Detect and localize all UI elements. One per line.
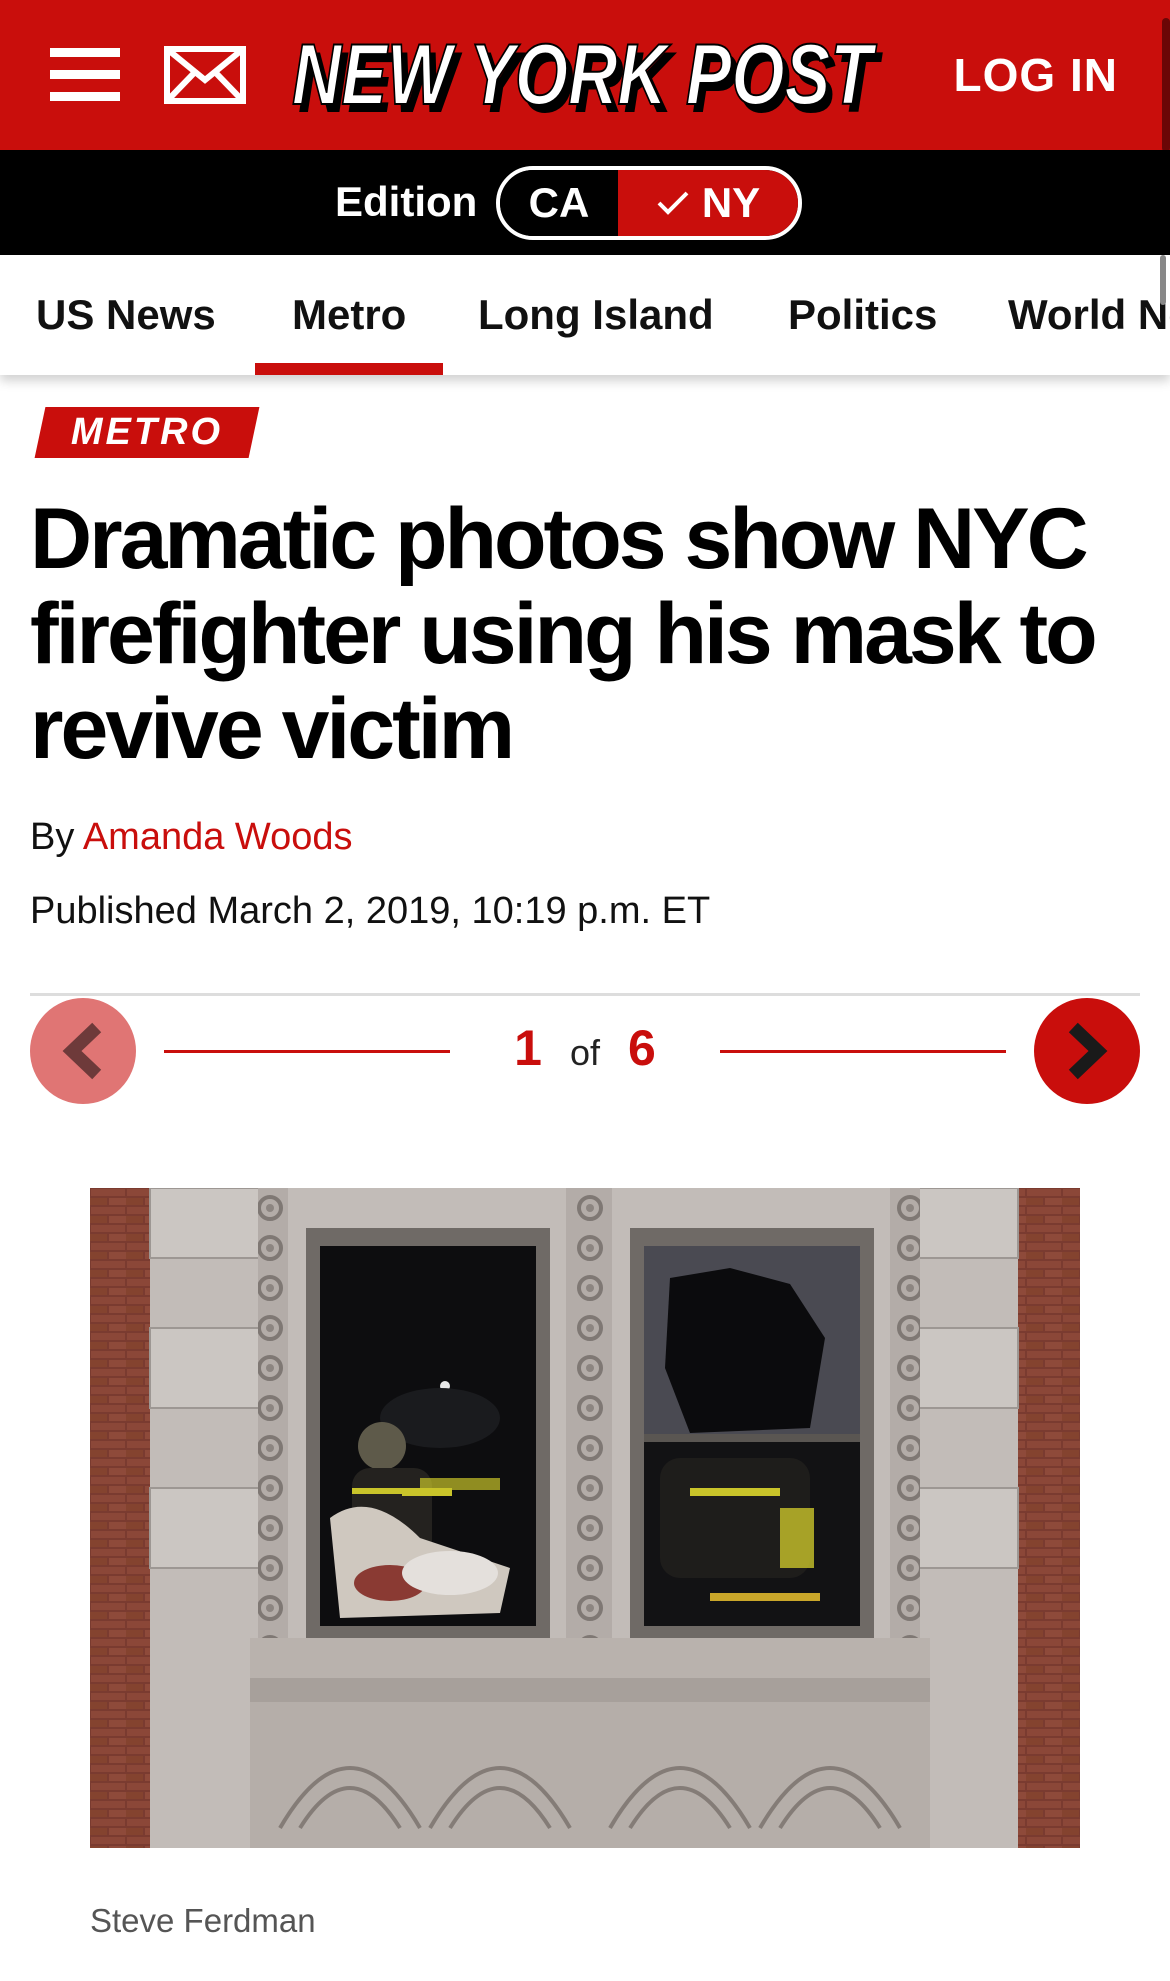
divider (30, 993, 1140, 996)
section-nav: US News Metro Long Island Politics World… (0, 255, 1170, 375)
gallery-line-left (164, 1050, 450, 1053)
check-icon (657, 191, 689, 215)
nav-item-world-news[interactable]: World News (1008, 291, 1170, 339)
edition-toggle[interactable]: CA NY (496, 166, 802, 240)
nav-active-indicator (255, 363, 443, 375)
hamburger-menu-icon[interactable] (50, 46, 120, 104)
gallery-next-button[interactable] (1034, 998, 1140, 1104)
mail-icon[interactable] (164, 46, 246, 104)
nav-item-us-news[interactable]: US News (36, 291, 216, 339)
top-header: NEW YORK POST NEW YORK POST LOG IN (0, 0, 1170, 152)
author-link[interactable]: Amanda Woods (83, 816, 353, 858)
window-sill (250, 1638, 930, 1678)
nav-item-long-island[interactable]: Long Island (478, 291, 714, 339)
scrollbar[interactable] (1162, 18, 1170, 152)
byline-prefix: By (30, 816, 75, 858)
site-logo[interactable]: NEW YORK POST NEW YORK POST (288, 30, 888, 130)
edition-label: Edition (335, 178, 478, 225)
edition-option-ny[interactable]: NY (618, 170, 798, 236)
photo-credit: Steve Ferdman (90, 1902, 316, 1939)
edition-option-ny-label: NY (701, 179, 761, 226)
gallery-current: 1 (514, 1020, 542, 1076)
edition-option-ca[interactable]: CA (500, 170, 618, 236)
gallery-prev-button[interactable] (30, 998, 136, 1104)
chevron-left-icon (62, 1022, 102, 1080)
chevron-right-icon (1068, 1022, 1108, 1080)
section-tag-label: METRO (70, 411, 224, 453)
edition-bar: Edition CA NY (0, 150, 1170, 255)
section-tag[interactable]: METRO (34, 407, 260, 458)
login-button[interactable]: LOG IN (954, 48, 1118, 102)
published-date: Published March 2, 2019, 10:19 p.m. ET (30, 890, 711, 932)
gallery-photo[interactable] (90, 1188, 1080, 1848)
article-headline: Dramatic photos show NYC firefighter usi… (30, 491, 1098, 777)
gallery-counter: 1 of 6 (500, 1019, 670, 1077)
nav-item-metro[interactable]: Metro (292, 291, 406, 339)
nav-item-politics[interactable]: Politics (788, 291, 937, 339)
gallery-total: 6 (628, 1020, 656, 1076)
byline: By Amanda Woods (30, 816, 353, 859)
gallery-of: of (569, 1032, 601, 1073)
nav-scroll-thumb (1160, 255, 1166, 305)
logo-text: NEW YORK POST (292, 30, 877, 123)
gallery-line-right (720, 1050, 1006, 1053)
